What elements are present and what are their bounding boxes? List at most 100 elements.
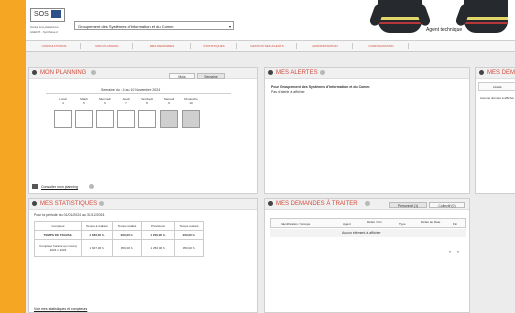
table-cell: 200,00 h. bbox=[174, 230, 204, 240]
requests-title: MES DEMANDES bbox=[487, 70, 515, 76]
col-header: Temps à réaliser bbox=[81, 221, 113, 231]
stats-icon bbox=[32, 201, 37, 206]
requests-panel: MES DEMANDES Libellé Aucune donnée à aff… bbox=[475, 67, 515, 194]
day-cell-thursday[interactable] bbox=[117, 110, 135, 128]
app-logo[interactable]: SOS bbox=[30, 8, 65, 22]
alerts-title: MES ALERTES bbox=[276, 70, 318, 76]
main-nav-tabs: CONSULTATIONS MON PLANNING MES DEMANDES … bbox=[26, 41, 515, 52]
day-header-monday: Lundi 4 bbox=[59, 97, 67, 105]
help-icon[interactable] bbox=[99, 201, 104, 206]
todo-table-header: Identification / Groupe Agent Début / Fi… bbox=[270, 218, 466, 228]
day-header-tuesday: Mardi 5 bbox=[80, 97, 88, 105]
table-cell: 200,00 h. bbox=[112, 230, 142, 240]
tab-consultations[interactable]: CONSULTATIONS bbox=[28, 43, 81, 49]
day-cell-friday[interactable] bbox=[138, 110, 156, 128]
planning-title: MON PLANNING bbox=[40, 70, 87, 76]
week-view-button[interactable]: Semaine bbox=[197, 73, 225, 79]
pager-next-button[interactable]: » bbox=[457, 250, 459, 254]
logo-mark-icon bbox=[50, 10, 61, 19]
day-header-friday: Vendredi 8 bbox=[141, 97, 153, 105]
todo-icon bbox=[268, 201, 273, 206]
statistics-title: MES STATISTIQUES bbox=[40, 201, 98, 207]
todo-empty-message: Aucun élément à afficher bbox=[342, 231, 381, 235]
mascot-figure-right bbox=[454, 0, 508, 33]
day-cell-tuesday[interactable] bbox=[75, 110, 93, 128]
tab-requests[interactable]: MES DEMANDES bbox=[134, 43, 191, 49]
establishment-value: Groupement des Systèmes d'Information et… bbox=[78, 24, 174, 29]
table-header-row: Compteur Temps à réaliser Temps réalisé … bbox=[34, 221, 204, 231]
application-window: SOS Accès à la plateforme AGENT - Synthè… bbox=[26, 0, 515, 313]
col-header: Temps réalisé bbox=[112, 221, 142, 231]
alerts-empty-message: Pas d'alerte à afficher bbox=[271, 90, 305, 94]
requests-icon bbox=[479, 70, 484, 75]
table-row: TEMPS DE TRAVAIL 1 663,00 h. 200,00 h. 1… bbox=[34, 230, 204, 240]
consult-planning-link[interactable]: Consulter mon planning bbox=[41, 185, 78, 189]
requests-table-header: Libellé bbox=[478, 82, 515, 91]
day-cell-monday[interactable] bbox=[54, 110, 72, 128]
pager-prev-button[interactable]: « bbox=[449, 250, 451, 254]
table-cell: 1 607,00 h. bbox=[81, 239, 113, 257]
day-cell-saturday[interactable] bbox=[160, 110, 178, 128]
col-header: Compteur bbox=[34, 221, 82, 231]
top-header: SOS Accès à la plateforme AGENT - Synthè… bbox=[26, 0, 515, 41]
col-header[interactable]: Début / Fin bbox=[367, 220, 382, 224]
planning-panel: MON PLANNING Mois Semaine Semaine du : 4… bbox=[28, 67, 258, 194]
statistics-period: Pour la période du 01/01/2024 au 31/12/2… bbox=[34, 213, 105, 217]
col-header[interactable]: Début au Date bbox=[421, 220, 440, 224]
day-cell-sunday[interactable] bbox=[182, 110, 200, 128]
help-icon[interactable] bbox=[91, 70, 96, 75]
chevron-down-icon: ▾ bbox=[228, 24, 231, 29]
col-header[interactable]: Agent bbox=[343, 222, 351, 226]
alerts-establishment: Pour Groupement des Systèmes d'Informati… bbox=[271, 85, 370, 89]
table-cell: 1 663,00 h. bbox=[81, 230, 113, 240]
todo-title: MES DEMANDES À TRAITER bbox=[276, 201, 358, 207]
day-header-thursday: Jeudi 7 bbox=[122, 97, 130, 105]
help-icon[interactable] bbox=[320, 70, 325, 75]
establishment-select[interactable]: Groupement des Systèmes d'Information et… bbox=[74, 21, 234, 30]
day-header-sunday: Dimanche 10 bbox=[184, 97, 198, 105]
requests-empty-message: Aucune donnée à afficher bbox=[480, 96, 515, 100]
calendar-icon bbox=[32, 70, 37, 75]
day-header-saturday: Samedi 9 bbox=[163, 97, 175, 105]
todo-requests-panel: MES DEMANDES À TRAITER Personnel (1) Col… bbox=[264, 198, 470, 313]
personal-toggle-button[interactable]: Personnel (1) bbox=[389, 202, 427, 208]
tab-statistics[interactable]: STATISTIQUES bbox=[192, 43, 237, 49]
mascot-figure-left bbox=[368, 0, 432, 33]
table-cell: 350,00 h. bbox=[112, 239, 142, 257]
statistics-panel: MES STATISTIQUES Pour la période du 01/0… bbox=[28, 198, 258, 313]
alert-icon bbox=[268, 70, 273, 75]
statistics-link[interactable]: Voir mes statistiques et compteurs bbox=[34, 307, 87, 311]
todo-empty-row: Aucun élément à afficher bbox=[270, 229, 466, 237]
tab-planning[interactable]: MON PLANNING bbox=[82, 43, 133, 49]
alerts-panel: MES ALERTES Pour Groupement des Systèmes… bbox=[264, 67, 470, 194]
table-cell: Compteur horaire (en cours) 2024 1 2024 bbox=[34, 239, 82, 257]
col-header[interactable]: Type bbox=[399, 222, 406, 226]
statistics-table: Compteur Temps à réaliser Temps réalisé … bbox=[34, 221, 204, 257]
tab-configuration[interactable]: CONFIGURATION bbox=[354, 43, 409, 49]
alerts-panel-header: MES ALERTES bbox=[265, 68, 469, 79]
tab-agents[interactable]: GESTION DES AGENTS bbox=[238, 43, 297, 49]
col-header: Prévisions bbox=[141, 221, 175, 231]
day-header-wednesday: Mercredi 6 bbox=[99, 97, 111, 105]
divider bbox=[46, 93, 231, 94]
table-cell: TEMPS DE TRAVAIL bbox=[34, 230, 82, 240]
col-header[interactable]: Identification / Groupe bbox=[281, 222, 310, 226]
help-icon[interactable] bbox=[89, 184, 94, 189]
requests-panel-header: MES DEMANDES bbox=[476, 68, 515, 79]
collective-toggle-button[interactable]: Collectif (0) bbox=[429, 202, 465, 208]
col-header: Temps restant bbox=[174, 221, 204, 231]
day-cell-wednesday[interactable] bbox=[96, 110, 114, 128]
table-cell: 350,00 h. bbox=[174, 239, 204, 257]
statistics-panel-header: MES STATISTIQUES bbox=[29, 199, 257, 210]
table-cell: 1 200,00 h. bbox=[141, 230, 175, 240]
month-view-button[interactable]: Mois bbox=[169, 73, 195, 79]
help-icon[interactable] bbox=[365, 201, 370, 206]
week-label: Semaine du : 4 au 10 Novembre 2024 bbox=[101, 88, 161, 92]
tab-administration[interactable]: ADMINISTRATION bbox=[298, 43, 353, 49]
table-cell: 1 250,00 h. bbox=[141, 239, 175, 257]
header-subline-2: AGENT - Synthèse 2 bbox=[30, 30, 58, 34]
user-name[interactable]: Agent technique bbox=[426, 27, 462, 33]
col-header[interactable]: Fin bbox=[453, 222, 457, 226]
requests-col-label: Libellé bbox=[493, 85, 502, 89]
calendar-link-icon bbox=[32, 184, 38, 189]
